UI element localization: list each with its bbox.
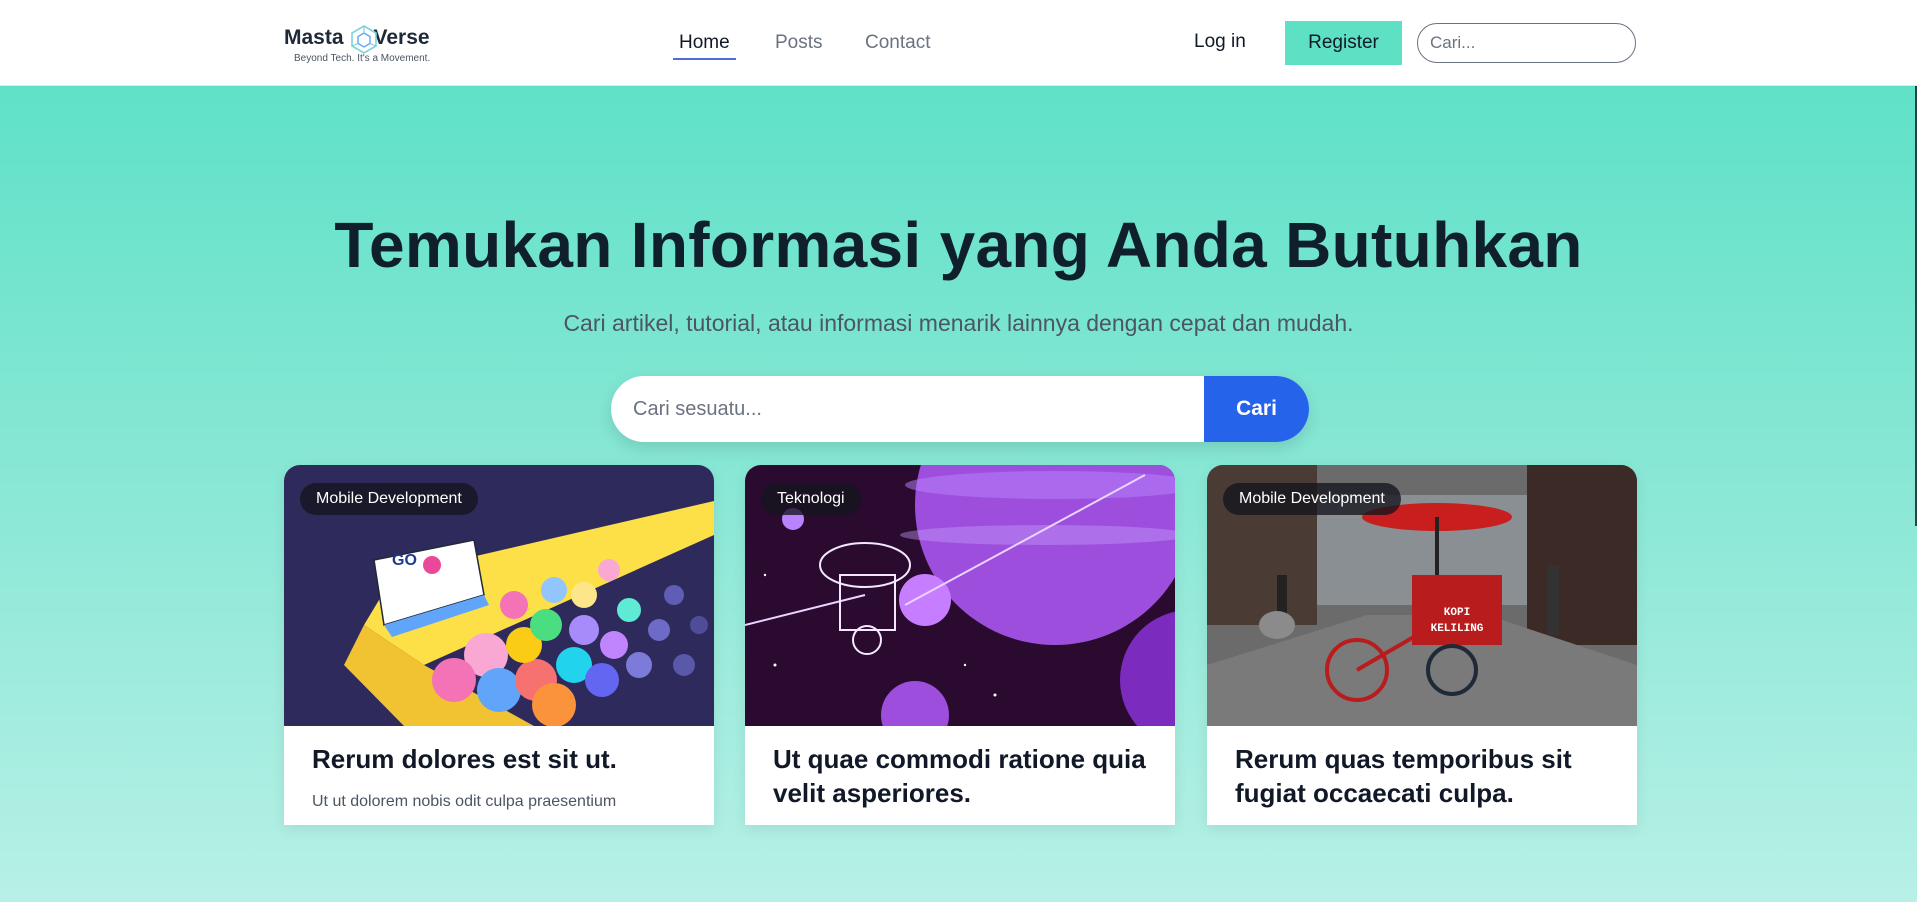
svg-text:GO: GO <box>392 552 417 569</box>
post-excerpt: Ut ut dolorem nobis odit culpa praesenti… <box>312 793 617 810</box>
post-card[interactable]: GO Mobile Development Rerum dolores est … <box>284 465 714 825</box>
post-card[interactable]: Teknologi Ut quae commodi ratione quia v… <box>745 465 1175 825</box>
svg-text:KOPI: KOPI <box>1444 607 1470 619</box>
brand-logo[interactable]: Masta Verse Beyond Tech. It's a Movement. <box>284 24 444 68</box>
top-navbar: Masta Verse Beyond Tech. It's a Movement.… <box>0 0 1917 86</box>
login-link[interactable]: Log in <box>1194 31 1246 53</box>
nav-posts-link[interactable]: Posts <box>775 32 823 54</box>
category-badge: Teknologi <box>761 483 861 515</box>
hero-search-input[interactable] <box>611 376 1204 442</box>
hero-search-button[interactable]: Cari <box>1204 376 1309 442</box>
cube-logo-icon <box>351 25 377 54</box>
hero-title: Temukan Informasi yang Anda Butuhkan <box>334 209 1583 281</box>
post-title[interactable]: Rerum quas temporibus sit fugiat occaeca… <box>1235 742 1615 810</box>
brand-name-left: Masta <box>284 26 344 49</box>
category-badge: Mobile Development <box>1223 483 1401 515</box>
svg-text:KELILING: KELILING <box>1431 623 1484 635</box>
brand-tagline: Beyond Tech. It's a Movement. <box>294 53 431 64</box>
register-button[interactable]: Register <box>1285 21 1402 65</box>
nav-home-link[interactable]: Home <box>673 32 736 60</box>
nav-search-input[interactable] <box>1417 23 1636 63</box>
nav-contact-link[interactable]: Contact <box>865 32 930 54</box>
post-title[interactable]: Ut quae commodi ratione quia velit asper… <box>773 742 1153 810</box>
category-badge: Mobile Development <box>300 483 478 515</box>
post-card[interactable]: KOPI KELILING Mobile Development Rerum q… <box>1207 465 1637 825</box>
hero-search-bar: Cari <box>611 376 1309 442</box>
brand-name-right: Verse <box>373 26 430 49</box>
hero-subtitle: Cari artikel, tutorial, atau informasi m… <box>563 310 1354 336</box>
post-title[interactable]: Rerum dolores est sit ut. <box>312 742 692 776</box>
